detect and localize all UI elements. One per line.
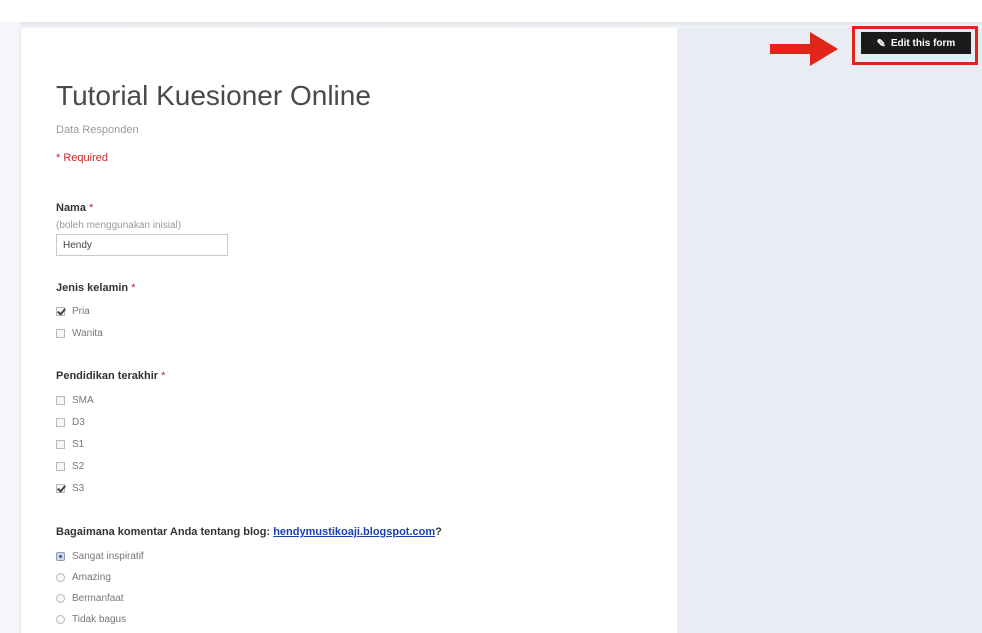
option-label: D3 [72,416,85,428]
radio[interactable] [56,593,65,603]
question-label-text: Nama [56,202,86,214]
form-description: Data Responden [56,124,139,136]
option-s2[interactable]: S2 [56,459,84,473]
checkbox[interactable] [56,417,65,427]
radio[interactable] [56,614,65,624]
option-tidak-bagus[interactable]: Tidak bagus [56,612,126,626]
option-label: S3 [72,482,85,494]
option-s1[interactable]: S1 [56,437,84,451]
blog-link[interactable]: hendymustikoaji.blogspot.com [273,526,435,538]
option-amazing[interactable]: Amazing [56,570,111,584]
required-note: * Required [56,152,108,164]
option-label: Bermanfaat [72,592,124,604]
question-label-prefix: Bagaimana komentar Anda tentang blog: [56,526,271,538]
option-label: S1 [72,438,85,450]
option-label: SMA [72,394,94,406]
question-jenis-kelamin-label: Jenis kelamin * [56,282,136,294]
pencil-icon: ✎ [876,37,886,50]
option-bermanfaat[interactable]: Bermanfaat [56,591,124,605]
option-label: S2 [72,460,85,472]
checkbox-checked[interactable] [56,306,65,316]
required-mark: * [161,370,166,382]
question-nama-label: Nama * [56,202,93,214]
option-pria[interactable]: Pria [56,304,90,318]
edit-form-label: Edit this form [890,37,956,49]
checkbox-checked[interactable] [56,483,65,493]
top-bar [0,0,982,22]
question-komentar-label: Bagaimana komentar Anda tentang blog: he… [56,526,442,538]
question-label-text: Pendidikan terakhir [56,370,159,382]
arrow-shape [770,32,838,66]
side-panel [676,28,982,633]
option-d3[interactable]: D3 [56,415,85,429]
form-card [20,28,677,633]
checkbox[interactable] [56,461,65,471]
form-title: Tutorial Kuesioner Online [56,80,371,111]
option-label: Amazing [72,571,111,583]
edit-form-button[interactable]: ✎ Edit this form [861,32,971,54]
question-label-text: Jenis kelamin [56,282,129,294]
required-mark: * [131,282,136,294]
question-pendidikan-label: Pendidikan terakhir * [56,370,165,382]
nama-input[interactable] [56,234,228,256]
option-label: Tidak bagus [72,613,127,625]
radio-selected[interactable] [56,551,65,561]
option-sma[interactable]: SMA [56,393,94,407]
red-arrow-icon [770,32,838,66]
option-wanita[interactable]: Wanita [56,326,103,340]
option-label: Pria [72,305,90,317]
question-label-suffix: ? [435,526,442,538]
checkbox[interactable] [56,395,65,405]
radio[interactable] [56,572,65,582]
checkbox[interactable] [56,328,65,338]
checkbox[interactable] [56,439,65,449]
option-label: Sangat inspiratif [72,550,144,562]
required-mark: * [89,202,94,214]
option-s3[interactable]: S3 [56,481,84,495]
question-nama-help: (boleh menggunakan inisial) [56,220,182,231]
option-sangat-inspiratif[interactable]: Sangat inspiratif [56,549,144,563]
option-label: Wanita [72,327,103,339]
